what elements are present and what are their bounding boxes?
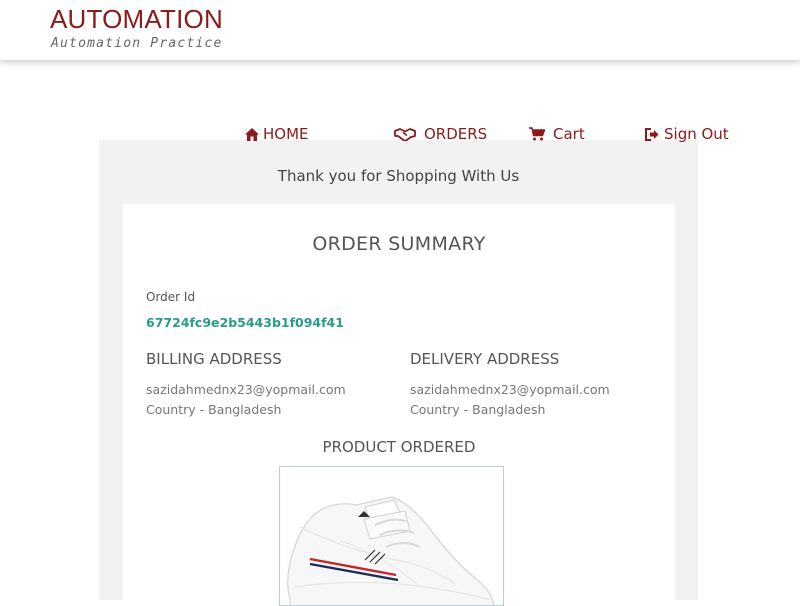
logo-subtitle: Automation Practice — [51, 36, 223, 51]
nav-signout-label: Sign Out — [664, 125, 729, 143]
home-icon — [245, 127, 259, 141]
billing-address-heading: BILLING ADDRESS — [146, 350, 282, 368]
handshake-icon — [394, 127, 416, 141]
delivery-country: Country - Bangladesh — [410, 402, 546, 417]
nav-home-label: HOME — [263, 125, 309, 143]
logo-title[interactable]: AUTOMATION — [50, 4, 223, 35]
sneaker-illustration — [287, 496, 495, 605]
nav-signout[interactable]: Sign Out — [645, 125, 729, 143]
cart-icon — [529, 127, 545, 141]
delivery-email: sazidahmednx23@yopmail.com — [410, 382, 610, 397]
site-header: AUTOMATION Automation Practice — [0, 0, 800, 60]
order-summary-card: ORDER SUMMARY Order Id 67724fc9e2b5443b1… — [123, 204, 675, 606]
delivery-address-heading: DELIVERY ADDRESS — [410, 350, 560, 368]
order-id-label: Order Id — [146, 290, 196, 304]
billing-country: Country - Bangladesh — [146, 402, 282, 417]
nav-home[interactable]: HOME — [245, 125, 309, 143]
product-image[interactable] — [279, 466, 504, 606]
nav-orders[interactable]: ORDERS — [394, 125, 487, 143]
nav-orders-label: ORDERS — [424, 125, 488, 143]
nav-cart-label: Cart — [553, 125, 585, 143]
thank-you-message: Thank you for Shopping With Us — [277, 167, 520, 185]
billing-email: sazidahmednx23@yopmail.com — [146, 382, 346, 397]
sign-out-icon — [645, 127, 659, 141]
product-ordered-heading: PRODUCT ORDERED — [322, 438, 476, 456]
order-panel: Thank you for Shopping With Us ORDER SUM… — [99, 140, 698, 606]
nav-cart[interactable]: Cart — [529, 125, 585, 143]
order-id-value: 67724fc9e2b5443b1f094f41 — [146, 315, 344, 330]
order-summary-title: ORDER SUMMARY — [312, 233, 486, 255]
